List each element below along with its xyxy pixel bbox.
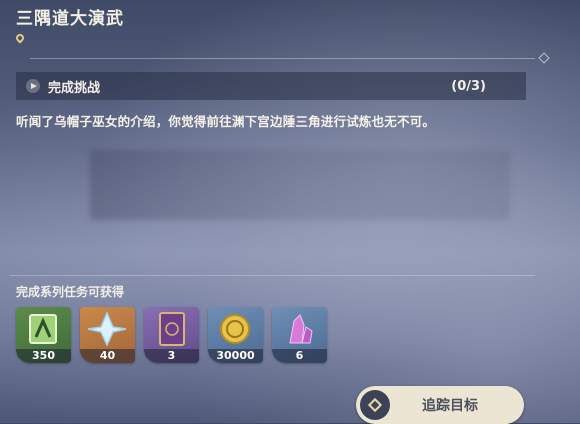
reward-quantity: 3 — [144, 349, 199, 363]
divider — [30, 58, 535, 59]
play-arrow-icon — [26, 79, 40, 93]
background-structure — [90, 150, 510, 220]
objective-row[interactable]: 完成挑战 (0/3) — [16, 72, 526, 100]
reward-quantity: 30000 — [208, 349, 263, 363]
reward-item-crystal[interactable]: 6 — [272, 307, 327, 363]
rewards-heading: 完成系列任务可获得 — [16, 285, 125, 299]
crystal-ore-icon — [289, 314, 313, 344]
reward-quantity: 40 — [80, 349, 135, 363]
rewards-list: 350 40 3 30000 6 — [16, 307, 327, 363]
quest-title: 三隅道大演武 — [16, 9, 124, 29]
reward-item-mora[interactable]: 30000 — [208, 307, 263, 363]
reward-quantity: 6 — [272, 349, 327, 363]
diamond-icon — [367, 397, 383, 413]
divider — [10, 275, 535, 276]
adventure-exp-icon — [29, 314, 57, 344]
track-icon-badge — [360, 390, 390, 420]
reward-item-adventure-exp[interactable]: 350 — [16, 307, 71, 363]
primogem-icon — [87, 311, 127, 347]
objective-progress: (0/3) — [451, 78, 486, 94]
quest-description: 听闻了乌帽子巫女的介绍，你觉得前往渊下宫边陲三角进行试炼也无不可。 — [16, 114, 436, 129]
reward-item-heros-wit[interactable]: 3 — [144, 307, 199, 363]
track-objective-button[interactable]: 追踪目标 — [356, 386, 524, 424]
track-objective-label: 追踪目标 — [422, 398, 478, 414]
mora-coin-icon — [220, 314, 250, 344]
heros-wit-book-icon — [159, 312, 185, 346]
reward-quantity: 350 — [16, 349, 71, 363]
objective-label: 完成挑战 — [48, 80, 101, 96]
reward-item-primogem[interactable]: 40 — [80, 307, 135, 363]
